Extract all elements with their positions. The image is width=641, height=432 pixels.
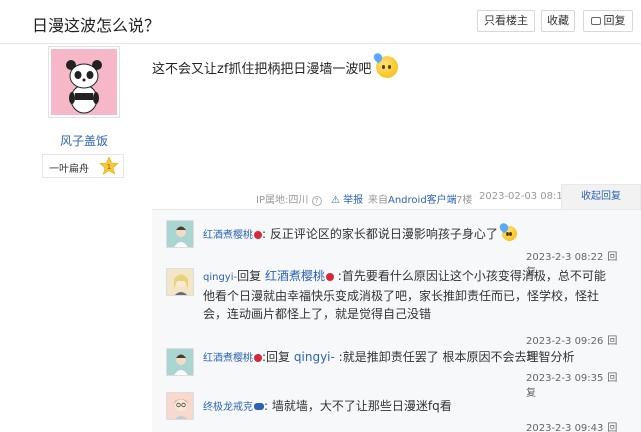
source-link[interactable]: Android客户端	[388, 195, 457, 206]
level-number: 1	[107, 163, 111, 171]
reply-content: :就是推卸责任罢了 根本原因不会去理智分析	[334, 350, 575, 364]
user-avatar-image	[167, 393, 193, 419]
post-content-text: 这不会又让zf抓住把柄把日漫墙一波吧	[152, 62, 372, 77]
reply-time: 2023-2-3 09:43	[526, 423, 604, 432]
reply-username[interactable]: 红酒煮樱桃	[203, 230, 253, 241]
user-avatar-image	[167, 349, 193, 375]
author-avatar[interactable]	[48, 46, 120, 118]
post-time: 2023-02-03 08:17	[479, 191, 570, 202]
level-name: 一叶扁舟	[49, 164, 89, 175]
user-avatar-image	[167, 269, 193, 295]
reply-text: 红酒煮樱桃:回复 qingyi- :就是推卸责任罢了 根本原因不会去理智分析	[203, 350, 575, 364]
reply-list: 红酒煮樱桃 : 反正评论区的家长都说日漫影响孩子身心了 2023-2-3 08:2…	[152, 209, 641, 432]
reply-word: 回复	[266, 350, 291, 364]
reply-avatar[interactable]	[166, 392, 194, 420]
reply-text: 红酒煮樱桃 : 反正评论区的家长都说日漫影响孩子身心了	[203, 221, 613, 245]
collapse-replies-button[interactable]: 收起回复	[561, 184, 641, 210]
level-box: 一叶扁舟 1	[42, 154, 124, 178]
reply-time: 2023-2-3 08:22	[526, 252, 604, 263]
thread-header: 日漫这波怎么说？ 只看楼主 收藏 回复	[0, 0, 641, 44]
reply-meta: 2023-2-3 09:35 回复	[526, 369, 622, 399]
comment-icon	[590, 17, 601, 25]
floor-number: 7楼	[456, 195, 473, 206]
level-star-icon: 1	[99, 157, 119, 175]
reply-time: 2023-2-3 09:26	[526, 336, 604, 347]
reply-username[interactable]: 终极龙戒克	[203, 402, 253, 413]
reply-avatar[interactable]	[166, 220, 194, 248]
reply-content: : 反正评论区的家长都说日漫影响孩子身心了	[262, 227, 498, 241]
ip-location: IP属地:四川 ?	[256, 191, 322, 206]
reply-word: 回复	[237, 269, 262, 283]
panda-avatar-image	[51, 49, 117, 115]
reply-meta: 2023-2-3 09:43回复	[526, 419, 622, 432]
reply-content: :首先要看什么原因让这个小孩变得消极，总不可能他看个日漫就由幸福快乐变成消极了吧…	[203, 269, 606, 321]
reply-time: 2023-2-3 09:35	[526, 373, 604, 384]
reply-button[interactable]: 回复	[583, 10, 633, 32]
report-link[interactable]: ⚠ 举报	[331, 191, 363, 206]
cherry-icon	[254, 354, 262, 362]
reply-target[interactable]: 红酒煮樱桃	[265, 269, 325, 283]
thread-title: 日漫这波怎么说？	[32, 16, 161, 35]
favorite-button[interactable]: 收藏	[541, 10, 575, 32]
reply-avatar[interactable]	[166, 268, 194, 296]
reply-avatar[interactable]	[166, 348, 194, 376]
author-name[interactable]: 风子盖饭	[0, 132, 168, 149]
reply-username[interactable]: qingyi-	[203, 272, 237, 283]
reply-username[interactable]: 红酒煮樱桃	[203, 353, 253, 364]
only-op-button[interactable]: 只看楼主	[477, 10, 535, 32]
reply-content: : 墙就墙，大不了让那些日漫迷fq看	[264, 399, 452, 413]
reply-text: qingyi-回复 红酒煮樱桃 :首先要看什么原因让这个小孩变得消极，总不可能他…	[203, 267, 613, 323]
badge-icon	[254, 403, 264, 410]
sweat-emoji-icon	[497, 221, 517, 241]
cherry-icon	[325, 273, 334, 281]
reply-button-label: 回复	[603, 14, 626, 27]
post-content: 这不会又让zf抓住把柄把日漫墙一波吧	[152, 51, 398, 78]
source-prefix: 来自	[368, 195, 388, 206]
user-avatar-image	[167, 221, 193, 247]
sweat-emoji-icon	[371, 51, 398, 78]
reply-target[interactable]: qingyi-	[294, 350, 335, 364]
report-label: 举报	[343, 195, 364, 206]
cherry-icon	[254, 231, 262, 239]
panda-icon	[66, 60, 102, 114]
ip-location-text: IP属地:四川	[256, 195, 309, 206]
question-icon[interactable]: ?	[311, 196, 322, 206]
post-source: 来自Android客户端	[368, 191, 457, 206]
author-pane: 风子盖饭 一叶扁舟 1	[0, 44, 152, 432]
reply-text: 终极龙戒克 : 墙就墙，大不了让那些日漫迷fq看	[203, 397, 613, 417]
